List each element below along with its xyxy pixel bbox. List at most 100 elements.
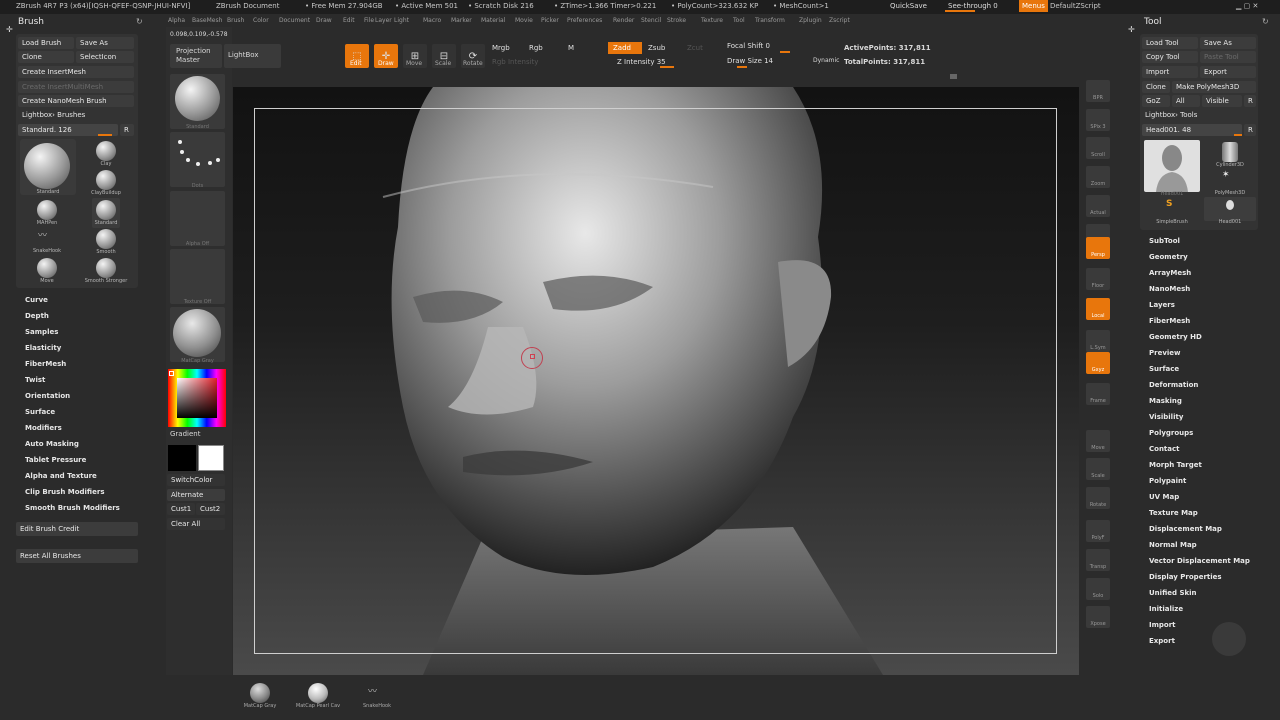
color-picker-handle[interactable] bbox=[169, 371, 174, 376]
tool-submenu-item[interactable]: Visibility bbox=[1149, 413, 1183, 421]
tool-submenu-item[interactable]: Geometry bbox=[1149, 253, 1188, 261]
tool-clone-button[interactable]: Clone bbox=[1142, 81, 1170, 93]
reset-all-brushes-button[interactable]: Reset All Brushes bbox=[16, 549, 138, 563]
polymesh3d-icon[interactable]: ✶ bbox=[1222, 170, 1230, 180]
tool-submenu-item[interactable]: Normal Map bbox=[1149, 541, 1197, 549]
tool-export-button[interactable]: Export bbox=[1200, 66, 1256, 78]
menu-item[interactable]: Stencil bbox=[641, 17, 661, 24]
panel-cycle-icon[interactable]: ↻ bbox=[136, 17, 143, 26]
main-color-swatch[interactable] bbox=[198, 445, 224, 471]
tool-submenu-item[interactable]: Deformation bbox=[1149, 381, 1198, 389]
brush-r-button[interactable]: R bbox=[120, 124, 134, 136]
all-button[interactable]: All bbox=[1172, 95, 1200, 107]
tray-grip[interactable] bbox=[950, 74, 957, 79]
texture-slot[interactable] bbox=[170, 249, 225, 304]
menu-item[interactable]: Transform bbox=[755, 17, 785, 24]
tool-import-button[interactable]: Import bbox=[1142, 66, 1198, 78]
menu-item[interactable]: File bbox=[364, 17, 374, 24]
tool-submenu-item[interactable]: UV Map bbox=[1149, 493, 1179, 501]
menus-toggle[interactable]: Menus bbox=[1019, 0, 1048, 12]
mahpen-brush-icon[interactable] bbox=[37, 200, 57, 220]
brush-submenu-item[interactable]: Modifiers bbox=[25, 424, 62, 432]
material-slot[interactable] bbox=[170, 307, 225, 362]
menu-item[interactable]: Layer bbox=[375, 17, 392, 24]
menu-item[interactable]: Tool bbox=[733, 17, 745, 24]
head-tool-thumb[interactable] bbox=[1144, 140, 1200, 192]
brush-submenu-item[interactable]: Tablet Pressure bbox=[25, 456, 86, 464]
tool-submenu-item[interactable]: ArrayMesh bbox=[1149, 269, 1191, 277]
create-nanomesh-button[interactable]: Create NanoMesh Brush bbox=[18, 95, 134, 107]
menu-item[interactable]: Preferences bbox=[567, 17, 602, 24]
lightbox-tools-link[interactable]: Lightbox› Tools bbox=[1145, 111, 1197, 119]
brush-submenu-item[interactable]: Auto Masking bbox=[25, 440, 79, 448]
zsub-button[interactable]: Zsub bbox=[643, 42, 670, 54]
tool-submenu-item[interactable]: Polygroups bbox=[1149, 429, 1193, 437]
tool-r-button[interactable]: R bbox=[1244, 95, 1256, 107]
secondary-color-swatch[interactable] bbox=[168, 445, 196, 471]
menu-item[interactable]: Texture bbox=[701, 17, 723, 24]
head-tool-slider[interactable]: Head001. 48 bbox=[1142, 124, 1242, 136]
simplebrush-icon[interactable]: S bbox=[1166, 199, 1172, 209]
brush-submenu-item[interactable]: Orientation bbox=[25, 392, 70, 400]
clear-all-button[interactable]: Clear All bbox=[167, 518, 225, 530]
color-picker-square[interactable] bbox=[177, 378, 217, 418]
matcap-gray-icon[interactable] bbox=[250, 683, 270, 703]
tool-submenu-item[interactable]: Geometry HD bbox=[1149, 333, 1202, 341]
menu-item[interactable]: Zscript bbox=[829, 17, 850, 24]
tool-submenu-item[interactable]: Import bbox=[1149, 621, 1176, 629]
tool-submenu-item[interactable]: Surface bbox=[1149, 365, 1179, 373]
menu-item[interactable]: Light bbox=[394, 17, 409, 24]
default-zscript[interactable]: DefaultZScript bbox=[1050, 2, 1101, 10]
load-brush-button[interactable]: Load Brush bbox=[18, 37, 74, 49]
dynamic-button[interactable]: Dynamic bbox=[813, 57, 839, 64]
menu-item[interactable]: BaseMesh bbox=[192, 17, 222, 24]
brush-submenu-item[interactable]: Elasticity bbox=[25, 344, 61, 352]
brush-save-as-button[interactable]: Save As bbox=[76, 37, 134, 49]
tool-submenu-item[interactable]: Displacement Map bbox=[1149, 525, 1222, 533]
visible-button[interactable]: Visible bbox=[1202, 95, 1242, 107]
tool-submenu-item[interactable]: SubTool bbox=[1149, 237, 1180, 245]
menu-item[interactable]: Alpha bbox=[168, 17, 185, 24]
matcap-pearl-icon[interactable] bbox=[308, 683, 328, 703]
tool-submenu-item[interactable]: Unified Skin bbox=[1149, 589, 1197, 597]
alternate-button[interactable]: Alternate bbox=[167, 489, 225, 501]
current-brush-thumb[interactable] bbox=[20, 139, 76, 195]
brush-submenu-item[interactable]: Surface bbox=[25, 408, 55, 416]
snakehook-icon[interactable]: 〰 bbox=[368, 684, 377, 697]
menu-item[interactable]: Stroke bbox=[667, 17, 686, 24]
snakehook-brush-icon[interactable]: 〰 bbox=[38, 228, 47, 241]
rgb-button[interactable]: Rgb bbox=[524, 42, 548, 54]
cust1-button[interactable]: Cust1 bbox=[167, 503, 195, 515]
menu-item[interactable]: Brush bbox=[227, 17, 244, 24]
brush-slot[interactable] bbox=[170, 74, 225, 129]
tool-submenu-item[interactable]: Display Properties bbox=[1149, 573, 1222, 581]
tool-submenu-item[interactable]: Vector Displacement Map bbox=[1149, 557, 1250, 565]
move-brush-icon[interactable] bbox=[37, 258, 57, 278]
edit-brush-credit-button[interactable]: Edit Brush Credit bbox=[16, 522, 138, 536]
tool-submenu-item[interactable]: Layers bbox=[1149, 301, 1175, 309]
tool-submenu-item[interactable]: Polypaint bbox=[1149, 477, 1186, 485]
smooth-stronger-brush-icon[interactable] bbox=[96, 258, 116, 278]
menu-item[interactable]: Color bbox=[253, 17, 269, 24]
focal-shift-slider[interactable]: Focal Shift 0 bbox=[722, 40, 775, 52]
quicksave-button[interactable]: QuickSave bbox=[890, 2, 927, 10]
brush-submenu-item[interactable]: Smooth Brush Modifiers bbox=[25, 504, 120, 512]
menu-item[interactable]: Material bbox=[481, 17, 505, 24]
menu-item[interactable]: Render bbox=[613, 17, 634, 24]
brush-submenu-item[interactable]: Curve bbox=[25, 296, 48, 304]
menu-item[interactable]: Picker bbox=[541, 17, 559, 24]
canvas-viewport[interactable] bbox=[233, 87, 1079, 675]
menu-item[interactable]: Zplugin bbox=[799, 17, 822, 24]
brush-submenu-item[interactable]: FiberMesh bbox=[25, 360, 66, 368]
zcut-button[interactable]: Zcut bbox=[682, 42, 708, 54]
clay-brush-icon[interactable] bbox=[96, 141, 116, 161]
smooth-brush-icon[interactable] bbox=[96, 229, 116, 249]
tool-submenu-item[interactable]: Morph Target bbox=[1149, 461, 1202, 469]
head001-small-slot[interactable] bbox=[1204, 197, 1256, 221]
lightbox-brushes-link[interactable]: Lightbox› Brushes bbox=[22, 111, 85, 119]
menu-item[interactable]: Edit bbox=[343, 17, 355, 24]
claybuildup-brush-icon[interactable] bbox=[96, 170, 116, 190]
cylinder3d-icon[interactable] bbox=[1222, 142, 1238, 162]
brush-clone-button[interactable]: Clone bbox=[18, 51, 74, 63]
tool-submenu-item[interactable]: NanoMesh bbox=[1149, 285, 1190, 293]
